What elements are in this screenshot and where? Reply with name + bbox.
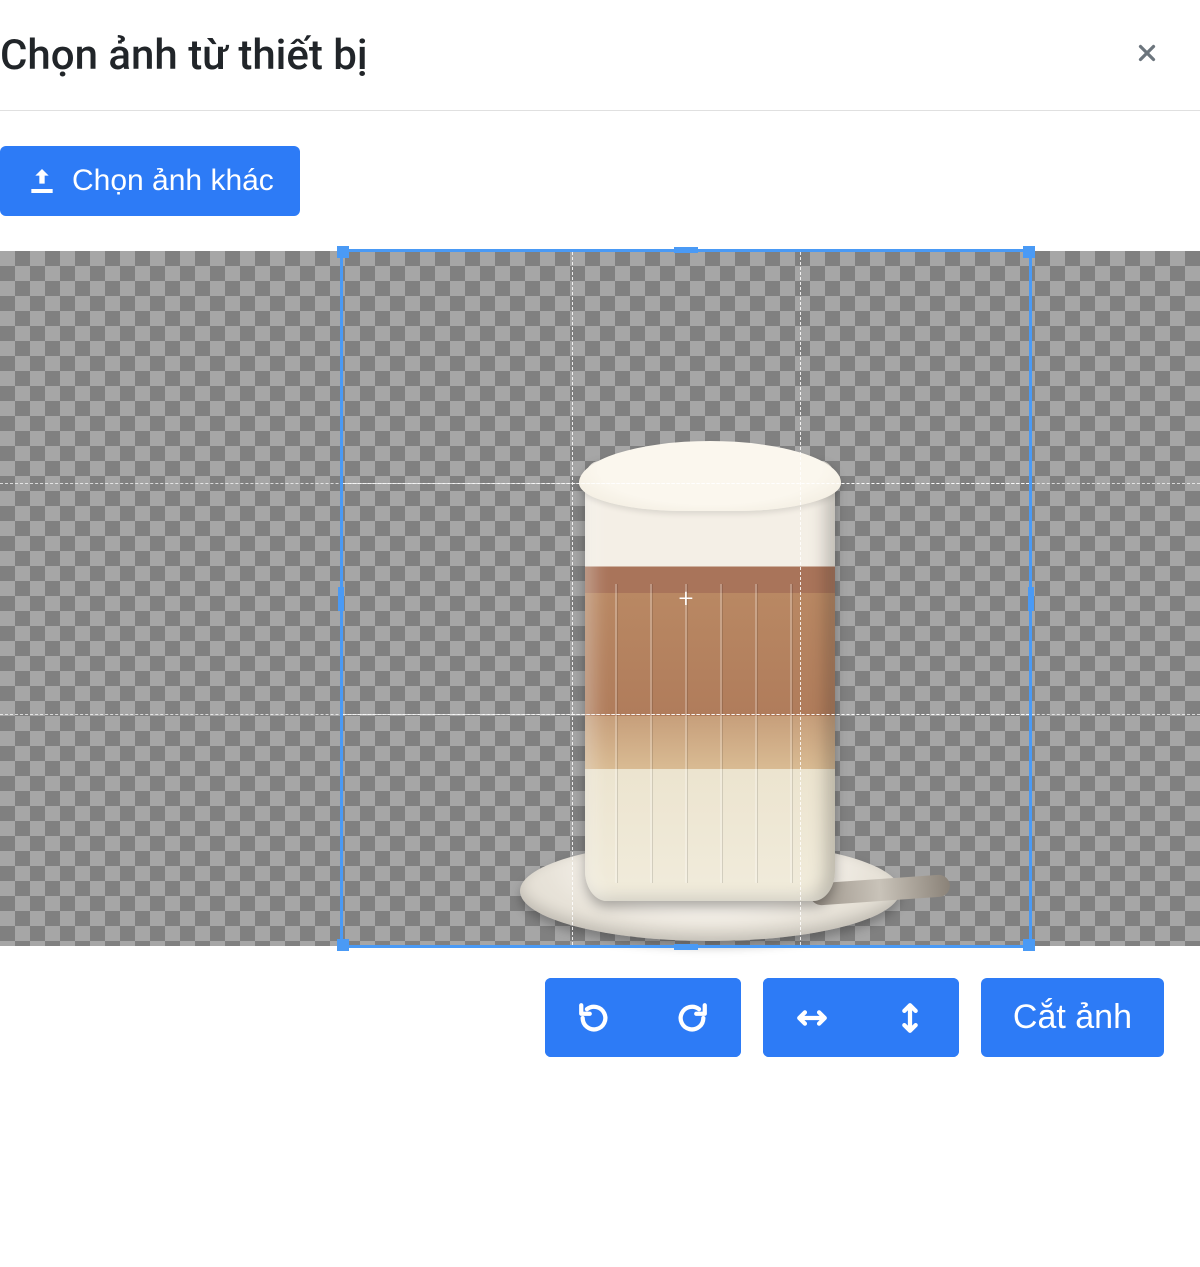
crop-handle-n[interactable] xyxy=(674,247,698,253)
crop-guide xyxy=(343,483,1029,484)
crop-guide xyxy=(800,252,801,945)
close-button[interactable] xyxy=(1114,30,1180,80)
flip-horizontal-icon xyxy=(795,1001,829,1035)
crop-handle-e[interactable] xyxy=(1028,587,1034,611)
rotate-group xyxy=(545,978,741,1057)
choose-another-button[interactable]: Chọn ảnh khác xyxy=(0,146,300,216)
dialog-title: Chọn ảnh từ thiết bị xyxy=(0,31,368,80)
crop-selection[interactable]: + xyxy=(340,249,1032,948)
crop-guide xyxy=(343,714,1029,715)
close-icon xyxy=(1134,40,1160,66)
flip-vertical-button[interactable] xyxy=(861,978,959,1057)
dialog-body: Chọn ảnh khác + xyxy=(0,111,1200,1057)
crop-handle-nw[interactable] xyxy=(337,246,349,258)
flip-group xyxy=(763,978,959,1057)
flip-horizontal-button[interactable] xyxy=(763,978,861,1057)
flip-vertical-icon xyxy=(893,1001,927,1035)
rotate-cw-icon xyxy=(675,1001,709,1035)
crop-handle-ne[interactable] xyxy=(1023,246,1035,258)
dialog-header: Chọn ảnh từ thiết bị xyxy=(0,0,1200,111)
crop-handle-s[interactable] xyxy=(674,944,698,950)
rotate-cw-button[interactable] xyxy=(643,978,741,1057)
crop-handle-sw[interactable] xyxy=(337,939,349,951)
crop-button[interactable]: Cắt ảnh xyxy=(981,978,1164,1057)
crop-toolbar: Cắt ảnh xyxy=(0,946,1200,1057)
upload-icon xyxy=(26,165,58,197)
rotate-ccw-button[interactable] xyxy=(545,978,643,1057)
rotate-ccw-icon xyxy=(577,1001,611,1035)
crop-handle-w[interactable] xyxy=(338,587,344,611)
crop-button-label: Cắt ảnh xyxy=(1013,998,1132,1036)
crop-canvas[interactable]: + xyxy=(0,251,1200,946)
crop-handle-se[interactable] xyxy=(1023,939,1035,951)
crop-guide xyxy=(572,252,573,945)
crop-center-icon: + xyxy=(679,586,694,612)
choose-another-label: Chọn ảnh khác xyxy=(72,164,274,198)
